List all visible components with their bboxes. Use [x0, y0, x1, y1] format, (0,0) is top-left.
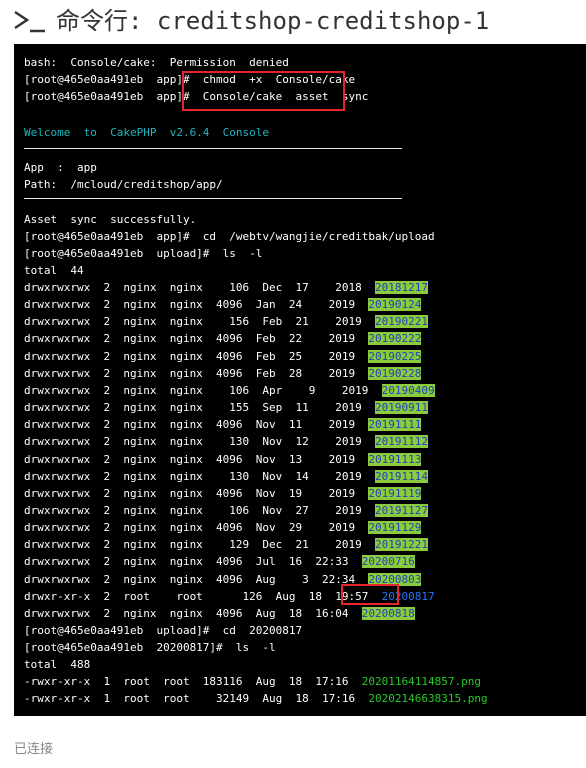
- directory-row: drwxrwxrwx 2 nginx nginx 106 Apr 9 2019 …: [24, 382, 435, 399]
- directory-row: drwxrwxrwx 2 nginx nginx 4096 Jan 24 201…: [24, 296, 422, 313]
- divider: [24, 198, 402, 199]
- directory-row: drwxrwxrwx 2 nginx nginx 4096 Feb 28 201…: [24, 365, 422, 382]
- directory-name: 20190124: [368, 298, 422, 312]
- file-row: -rwxr-xr-x 1 root root 183116 Aug 18 17:…: [24, 673, 481, 690]
- terminal-line: [root@465e0aa491eb app]# cd /webtv/wangj…: [24, 230, 435, 243]
- file-details: -rwxr-xr-x 1 root root 183116 Aug 18 17:…: [24, 675, 362, 688]
- directory-row: drwxrwxrwx 2 nginx nginx 4096 Nov 11 201…: [24, 416, 422, 433]
- directory-details: drwxrwxrwx 2 nginx nginx 4096 Nov 11 201…: [24, 418, 369, 432]
- directory-name: 20200716: [361, 555, 415, 569]
- directory-details: drwxrwxrwx 2 nginx nginx 4096 Feb 28 201…: [24, 366, 369, 380]
- directory-details: drwxrwxrwx 2 nginx nginx 4096 Feb 22 201…: [24, 332, 369, 346]
- header: 命令行: creditshop-creditshop-1: [0, 0, 586, 44]
- file-name: 20202146638315.png: [368, 692, 488, 705]
- terminal-line: Asset sync successfully.: [24, 213, 197, 226]
- directory-row: drwxrwxrwx 2 nginx nginx 4096 Feb 25 201…: [24, 348, 422, 365]
- terminal-line: Path: /mcloud/creditshop/app/: [24, 178, 223, 191]
- directory-details: drwxrwxrwx 2 nginx nginx 106 Apr 9 2019: [24, 383, 382, 397]
- directory-details: drwxrwxrwx 2 nginx nginx 4096 Nov 29 201…: [24, 521, 369, 535]
- directory-details: drwxr-xr-x 2 root root 126 Aug 18 19:57: [24, 589, 382, 603]
- directory-details: drwxrwxrwx 2 nginx nginx 130 Nov 14 2019: [24, 469, 375, 483]
- page-title: 命令行: creditshop-creditshop-1: [56, 7, 490, 35]
- directory-name: 20200818: [361, 606, 415, 620]
- connection-status: 已连接: [14, 742, 54, 757]
- directory-row: drwxrwxrwx 2 nginx nginx 156 Feb 21 2019…: [24, 313, 428, 330]
- welcome-line: Welcome to CakePHP v2.6.4 Console: [24, 126, 270, 139]
- directory-row: drwxrwxrwx 2 nginx nginx 130 Nov 14 2019…: [24, 468, 428, 485]
- terminal-prompt-icon: [14, 10, 45, 33]
- directory-name: 20191111: [368, 418, 422, 432]
- directory-details: drwxrwxrwx 2 nginx nginx 4096 Aug 3 22:3…: [24, 572, 369, 586]
- directory-name: 20190222: [368, 332, 422, 346]
- directory-details: drwxrwxrwx 2 nginx nginx 4096 Nov 13 201…: [24, 452, 369, 466]
- terminal-output[interactable]: bash: Console/cake: Permission denied [r…: [14, 44, 586, 716]
- directory-details: drwxrwxrwx 2 nginx nginx 155 Sep 11 2019: [24, 401, 375, 415]
- directory-name: 20191221: [375, 538, 428, 552]
- file-name: 20201164114857.png: [361, 675, 481, 688]
- directory-row: drwxrwxrwx 2 nginx nginx 130 Nov 12 2019…: [24, 433, 428, 450]
- command-highlight-box: [182, 71, 345, 111]
- directory-row: drwxrwxrwx 2 nginx nginx 129 Dec 21 2019…: [24, 536, 428, 553]
- directory-name: 20190221: [375, 315, 428, 329]
- directory-name: 20190409: [381, 383, 435, 397]
- directory-details: drwxrwxrwx 2 nginx nginx 106 Nov 27 2019: [24, 503, 375, 517]
- directory-name: 20191127: [375, 503, 428, 517]
- directory-name: 20191129: [368, 521, 422, 535]
- file-row: -rwxr-xr-x 1 root root 32149 Aug 18 17:1…: [24, 690, 488, 707]
- terminal-line: [root@465e0aa491eb upload]# ls -l: [24, 247, 263, 260]
- directory-details: drwxrwxrwx 2 nginx nginx 129 Dec 21 2019: [24, 538, 375, 552]
- directory-name: 20191112: [375, 435, 428, 449]
- directory-name: 20181217: [375, 281, 428, 294]
- directory-details: drwxrwxrwx 2 nginx nginx 4096 Jul 16 22:…: [24, 555, 362, 569]
- terminal-line: [root@465e0aa491eb 20200817]# ls -l: [24, 641, 276, 654]
- directory-details: drwxrwxrwx 2 nginx nginx 156 Feb 21 2019: [24, 315, 375, 329]
- directory-row: drwxrwxrwx 2 nginx nginx 155 Sep 11 2019…: [24, 399, 428, 416]
- divider: [24, 148, 402, 149]
- terminal-line: [root@465e0aa491eb upload]# cd 20200817: [24, 624, 303, 637]
- directory-name: 20190228: [368, 366, 422, 380]
- terminal-line: bash: Console/cake: Permission denied: [24, 56, 289, 69]
- directory-row: drwxrwxrwx 2 nginx nginx 106 Nov 27 2019…: [24, 502, 428, 519]
- directory-row: drwxrwxrwx 2 nginx nginx 4096 Jul 16 22:…: [24, 553, 415, 570]
- file-details: -rwxr-xr-x 1 root root 32149 Aug 18 17:1…: [24, 692, 369, 705]
- directory-row: drwxrwxrwx 2 nginx nginx 4096 Nov 29 201…: [24, 519, 422, 536]
- directory-name: 20191114: [375, 469, 428, 483]
- directory-details: drwxrwxrwx 2 nginx nginx 4096 Jan 24 201…: [24, 298, 369, 312]
- directory-row: drwxrwxrwx 2 nginx nginx 4096 Aug 18 16:…: [24, 605, 415, 622]
- directory-name: 20190225: [368, 349, 422, 363]
- directory-row: drwxrwxrwx 2 nginx nginx 4096 Nov 19 201…: [24, 485, 422, 502]
- directory-name: 20190911: [375, 401, 428, 415]
- directory-details: drwxrwxrwx 2 nginx nginx 130 Nov 12 2019: [24, 435, 375, 449]
- directory-highlight-box: [341, 584, 399, 605]
- directory-name: 20191119: [368, 486, 422, 500]
- terminal-line: App : app: [24, 161, 97, 174]
- directory-details: drwxrwxrwx 2 nginx nginx 106 Dec 17 2018: [24, 281, 375, 294]
- directory-row: drwxrwxrwx 2 nginx nginx 4096 Feb 22 201…: [24, 330, 422, 347]
- directory-row: drwxrwxrwx 2 nginx nginx 106 Dec 17 2018…: [24, 279, 428, 296]
- directory-details: drwxrwxrwx 2 nginx nginx 4096 Aug 18 16:…: [24, 606, 362, 620]
- directory-details: drwxrwxrwx 2 nginx nginx 4096 Feb 25 201…: [24, 349, 369, 363]
- directory-row: drwxrwxrwx 2 nginx nginx 4096 Nov 13 201…: [24, 451, 422, 468]
- terminal-line: total 488: [24, 658, 91, 671]
- terminal-line: total 44: [24, 264, 84, 277]
- directory-details: drwxrwxrwx 2 nginx nginx 4096 Nov 19 201…: [24, 486, 369, 500]
- directory-name: 20191113: [368, 452, 422, 466]
